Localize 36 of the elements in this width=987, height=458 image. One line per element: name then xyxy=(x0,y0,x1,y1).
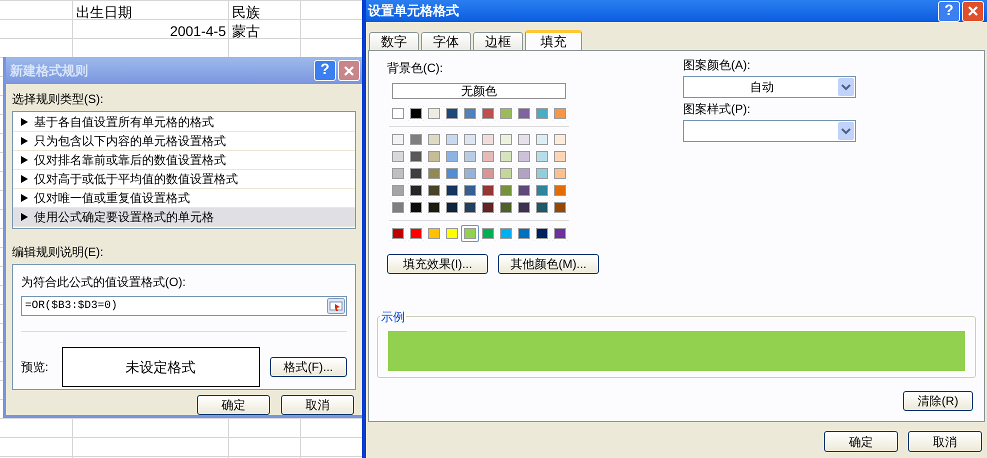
rule-type-item[interactable]: 只为包含以下内容的单元格设置格式 xyxy=(13,132,355,151)
more-colors-button[interactable]: 其他颜色(M)... xyxy=(498,254,599,274)
field-label: 图案样式(P): xyxy=(683,101,752,118)
help-button[interactable]: ? xyxy=(938,0,960,22)
table-cell: 蒙古 xyxy=(231,22,261,41)
cancel-button[interactable]: 取消 xyxy=(281,395,354,415)
format-button[interactable]: 格式(F)... xyxy=(270,357,347,377)
table-cell: 民族 xyxy=(231,3,261,22)
cancel-button[interactable]: 取消 xyxy=(908,431,982,452)
tab[interactable]: 字体 xyxy=(421,32,471,50)
tab[interactable]: 边框 xyxy=(473,32,523,50)
ok-button[interactable]: 确定 xyxy=(197,395,270,415)
rule-type-item[interactable]: 仅对高于或低于平均值的数值设置格式 xyxy=(13,170,355,189)
ok-button[interactable]: 确定 xyxy=(824,431,898,452)
pattern-color-dropdown[interactable]: 自动 xyxy=(683,76,856,98)
window-title: 新建格式规则 xyxy=(10,62,88,80)
rule-type-item[interactable]: 基于各自值设置所有单元格的格式 xyxy=(13,113,355,132)
table-cell-text: 出生日期 xyxy=(75,3,133,22)
field-label: 编辑规则说明(E): xyxy=(12,244,104,261)
tab[interactable]: 填充 xyxy=(525,30,582,50)
window-title: 设置单元格格式 xyxy=(368,2,459,20)
field-label: 为符合此公式的值设置格式(O): xyxy=(21,274,187,291)
tab[interactable]: 数字 xyxy=(369,32,419,50)
field-label: 预览: xyxy=(21,359,50,376)
preview-box: 未设定格式 xyxy=(62,347,260,387)
table-cell-text: 2001-4-5 xyxy=(168,22,227,41)
help-button[interactable]: ? xyxy=(314,60,336,81)
fill-effects-button[interactable]: 填充效果(I)... xyxy=(387,254,488,274)
field-label: 选择规则类型(S): xyxy=(12,91,104,108)
formula-field[interactable]: =OR($B3:$D3=0) xyxy=(21,296,347,316)
rule-type-item[interactable]: 使用公式确定要设置格式的单元格 xyxy=(13,208,355,227)
no-color-button[interactable]: 无颜色 xyxy=(392,83,566,99)
field-label: 背景色(C): xyxy=(387,60,444,77)
clear-button[interactable]: 清除(R) xyxy=(903,391,973,411)
rule-type-item[interactable]: 仅对排名靠前或靠后的数值设置格式 xyxy=(13,151,355,170)
field-label: 图案颜色(A): xyxy=(683,57,752,74)
